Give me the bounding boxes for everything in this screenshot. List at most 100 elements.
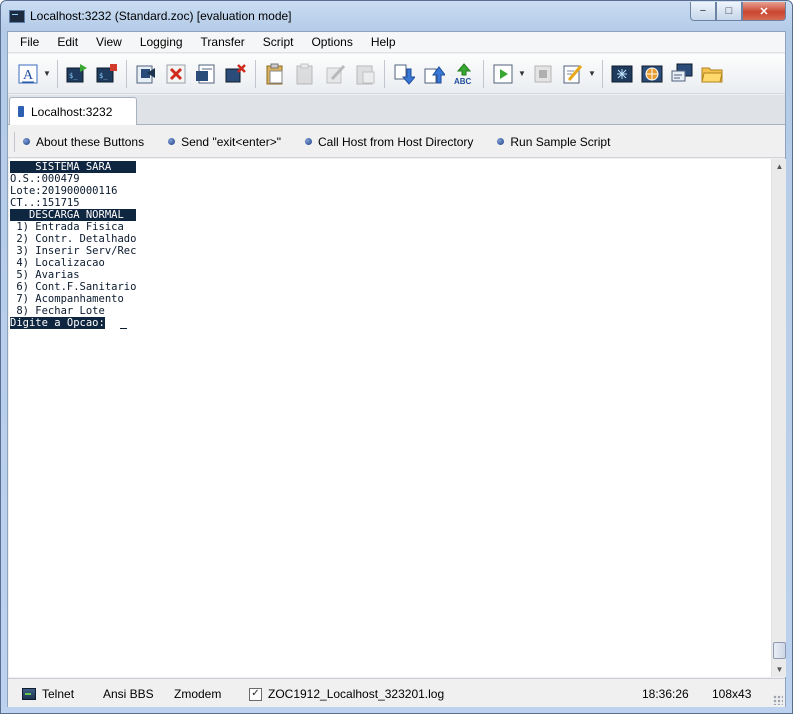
paste-icon <box>266 63 283 84</box>
fullscreen-icon <box>611 65 633 82</box>
toolbar-separator <box>483 59 484 88</box>
terminal-line: DESCARGA NORMAL <box>10 209 137 221</box>
download-button[interactable] <box>391 61 417 87</box>
paste-button[interactable] <box>262 61 288 87</box>
clipboard-button[interactable] <box>352 61 378 87</box>
status-emulation[interactable]: Ansi BBS <box>103 687 154 701</box>
svg-text:A: A <box>23 68 34 83</box>
resize-grip-icon[interactable] <box>773 695 783 705</box>
title-bar[interactable]: Localhost:3232 (Standard.zoc) [evaluatio… <box>1 1 792 31</box>
chevron-down-icon[interactable]: ▼ <box>43 69 51 78</box>
svg-text:$_: $_ <box>69 72 78 80</box>
spellcheck-button[interactable]: ABC <box>451 61 477 87</box>
window-title: Localhost:3232 (Standard.zoc) [evaluatio… <box>30 9 292 23</box>
terminal-prompt: Digite a Opcao: <box>10 317 105 329</box>
send-exit-button[interactable]: Send "exit<enter>" <box>168 135 281 149</box>
menu-edit[interactable]: Edit <box>48 35 87 49</box>
terminal-line: 5) Avarias <box>10 269 80 281</box>
status-bar: Telnet Ansi BBS Zmodem ✓ ZOC1912_Localho… <box>8 678 785 707</box>
bullet-icon <box>168 138 176 145</box>
copy-button[interactable] <box>292 61 318 87</box>
stop-button[interactable] <box>530 61 556 87</box>
font-button[interactable]: A <box>15 61 41 87</box>
new-session-button[interactable] <box>193 61 219 87</box>
run-script-button[interactable] <box>490 61 516 87</box>
toolbar-separator <box>255 59 256 88</box>
status-size: 108x43 <box>712 687 751 701</box>
terminal-line: 3) Inserir Serv/Rec <box>10 245 137 257</box>
cancel-button[interactable] <box>163 61 189 87</box>
upload-button[interactable] <box>421 61 447 87</box>
menu-script[interactable]: Script <box>254 35 303 49</box>
terminal-scrollbar[interactable]: ▲ ▼ <box>771 159 786 677</box>
monitor-icon <box>671 63 693 81</box>
button-label: About these Buttons <box>36 134 145 149</box>
terminal-line: 8) Fechar Lote <box>10 305 105 317</box>
minimize-button[interactable]: − <box>690 2 716 21</box>
menu-file[interactable]: File <box>11 35 48 49</box>
menu-help[interactable]: Help <box>362 35 405 49</box>
status-protocol[interactable]: Telnet <box>22 687 74 701</box>
tab-label: Localhost:3232 <box>31 104 113 119</box>
chevron-down-icon[interactable]: ▼ <box>518 69 526 78</box>
svg-text:ABC: ABC <box>454 77 472 85</box>
globe-button[interactable] <box>639 61 665 87</box>
transfer-label: Zmodem <box>174 687 222 701</box>
host-directory-button[interactable] <box>133 61 159 87</box>
status-logfile[interactable]: ✓ ZOC1912_Localhost_323201.log <box>249 687 444 701</box>
run-sample-script-button[interactable]: Run Sample Script <box>497 135 610 149</box>
client-area: File Edit View Logging Transfer Script O… <box>7 31 786 707</box>
edit-icon <box>326 64 346 83</box>
log-checkbox[interactable]: ✓ <box>249 687 262 701</box>
session-icon <box>18 106 24 117</box>
spellcheck-icon: ABC <box>454 62 472 85</box>
status-time: 18:36:26 <box>642 687 689 701</box>
toolbar-separator <box>57 59 58 88</box>
disconnect-icon: $_ <box>96 63 117 82</box>
upload-icon <box>424 65 445 83</box>
user-button-bar: About these Buttons Send "exit<enter>" C… <box>8 126 785 158</box>
chevron-down-icon[interactable]: ▼ <box>588 69 596 78</box>
terminal-line: SISTEMA SARA <box>10 161 137 173</box>
bullet-icon <box>497 138 505 145</box>
toolbar-separator <box>126 59 127 88</box>
terminal-line: 6) Cont.F.Sanitario <box>10 281 137 293</box>
scrollbar-thumb[interactable] <box>773 642 786 659</box>
terminal-cursor <box>120 317 127 329</box>
terminal-line: O.S.:000479 <box>10 173 80 185</box>
bullet-icon <box>305 138 312 145</box>
edit-script-button[interactable] <box>560 61 586 87</box>
connect-button[interactable]: $_ <box>64 61 90 87</box>
session-icon <box>196 64 215 83</box>
telnet-icon <box>22 688 36 700</box>
terminal-app-icon[interactable] <box>9 10 25 23</box>
close-session-button[interactable] <box>223 61 249 87</box>
fullscreen-button[interactable] <box>609 61 635 87</box>
stop-icon <box>534 65 552 82</box>
menu-transfer[interactable]: Transfer <box>192 35 254 49</box>
session-tab-strip: Localhost:3232 <box>8 95 785 125</box>
tab-localhost[interactable]: Localhost:3232 <box>9 97 137 125</box>
scroll-up-arrow-icon[interactable]: ▲ <box>772 159 787 174</box>
scroll-down-arrow-icon[interactable]: ▼ <box>772 662 787 677</box>
cancel-icon <box>166 64 186 83</box>
toolbar: A ▼ $_ $_ ABC ▼ ▼ <box>8 54 785 94</box>
edit-button[interactable] <box>322 61 348 87</box>
call-host-button[interactable]: Call Host from Host Directory <box>305 135 473 149</box>
toolbar-separator <box>384 59 385 88</box>
close-button[interactable]: ✕ <box>742 2 786 21</box>
globe-icon <box>641 65 663 82</box>
status-transfer[interactable]: Zmodem <box>174 687 221 701</box>
folder-icon <box>701 67 723 82</box>
folder-button[interactable] <box>699 61 725 87</box>
menu-view[interactable]: View <box>87 35 131 49</box>
disconnect-button[interactable]: $_ <box>94 61 120 87</box>
about-buttons-button[interactable]: About these Buttons <box>23 135 144 149</box>
terminal-line: 7) Acompanhamento <box>10 293 124 305</box>
menu-logging[interactable]: Logging <box>131 35 192 49</box>
terminal-line: 2) Contr. Detalhado <box>10 233 137 245</box>
monitor-button[interactable] <box>669 61 695 87</box>
terminal-screen[interactable]: SISTEMA SARA O.S.:000479 Lote:2019000001… <box>9 159 772 677</box>
maximize-button[interactable]: □ <box>716 2 742 21</box>
menu-options[interactable]: Options <box>302 35 361 49</box>
